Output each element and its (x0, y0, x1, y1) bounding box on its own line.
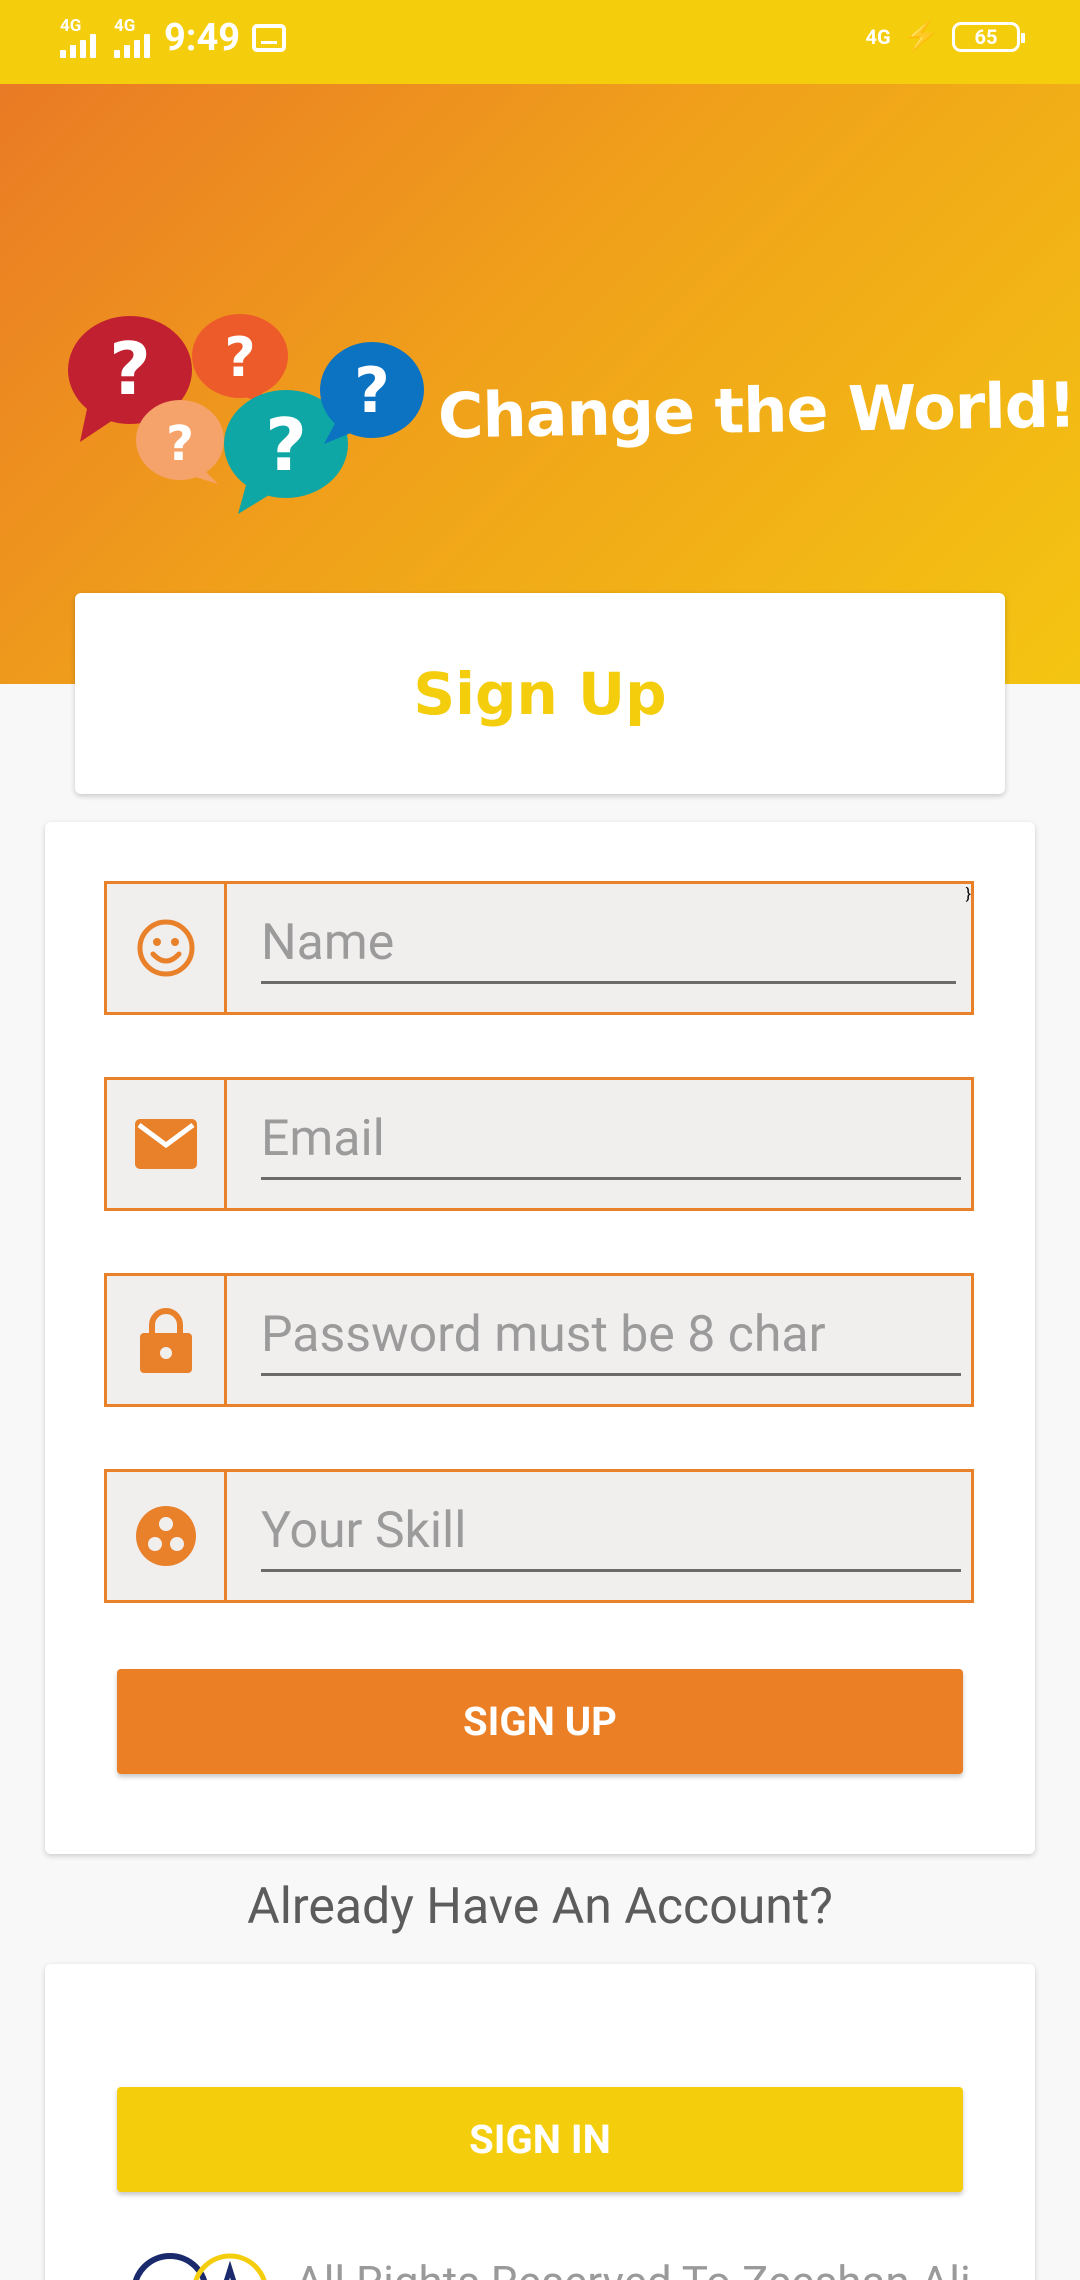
status-time: 9:49 (164, 16, 241, 60)
blue-bubble-icon: ? (320, 342, 424, 444)
app-tagline: Change the World! (437, 368, 1076, 453)
question-bubbles-logo: ? ? ? ? ? (68, 314, 424, 514)
signal-icon: 4G (60, 16, 96, 58)
svg-text:?: ? (166, 416, 194, 472)
password-field (104, 1273, 974, 1407)
message-icon (252, 24, 287, 52)
skill-field (104, 1469, 974, 1603)
svg-text:?: ? (354, 354, 390, 427)
signal-icon: 4G (114, 16, 150, 58)
email-field (104, 1077, 974, 1211)
svg-text:?: ? (265, 403, 307, 487)
network-label: 4G (114, 16, 136, 36)
signup-title-card: Sign Up (75, 593, 1005, 794)
battery-level: 65 (974, 25, 998, 49)
already-account-text: Already Have An Account? (247, 1878, 833, 1936)
charging-icon: ⚡ (902, 19, 940, 54)
signup-button[interactable]: SIGN UP (117, 1669, 963, 1774)
email-input[interactable] (261, 1100, 961, 1180)
name-field: } (104, 881, 974, 1015)
copyright-text: All Rights Reserved To Zeeshan Ali (295, 2256, 971, 2280)
signup-form: } SIGN UP (45, 822, 1035, 1854)
battery-icon: 65 (952, 22, 1025, 52)
signin-card: SIGN IN All Rights Reserved To Zeeshan A… (45, 1964, 1035, 2280)
footer: All Rights Reserved To Zeeshan Ali (125, 2247, 971, 2280)
name-input[interactable] (261, 904, 956, 984)
page-title: Sign Up (413, 659, 667, 728)
brand-logo-icon (132, 2253, 267, 2280)
peach-bubble-icon: ? (136, 400, 224, 484)
smiley-icon (107, 884, 227, 1012)
password-input[interactable] (261, 1296, 961, 1376)
signin-button[interactable]: SIGN IN (117, 2087, 963, 2192)
network-label: 4G (60, 16, 82, 36)
lock-icon (107, 1276, 227, 1404)
svg-text:?: ? (109, 327, 151, 411)
status-bar: 4G 4G 9:49 4G ⚡ 65 (0, 0, 1080, 84)
skill-input[interactable] (261, 1492, 961, 1572)
skill-dots-icon (107, 1472, 227, 1600)
svg-text:?: ? (224, 326, 255, 389)
envelope-icon (107, 1080, 227, 1208)
network-type: 4G (865, 25, 891, 49)
